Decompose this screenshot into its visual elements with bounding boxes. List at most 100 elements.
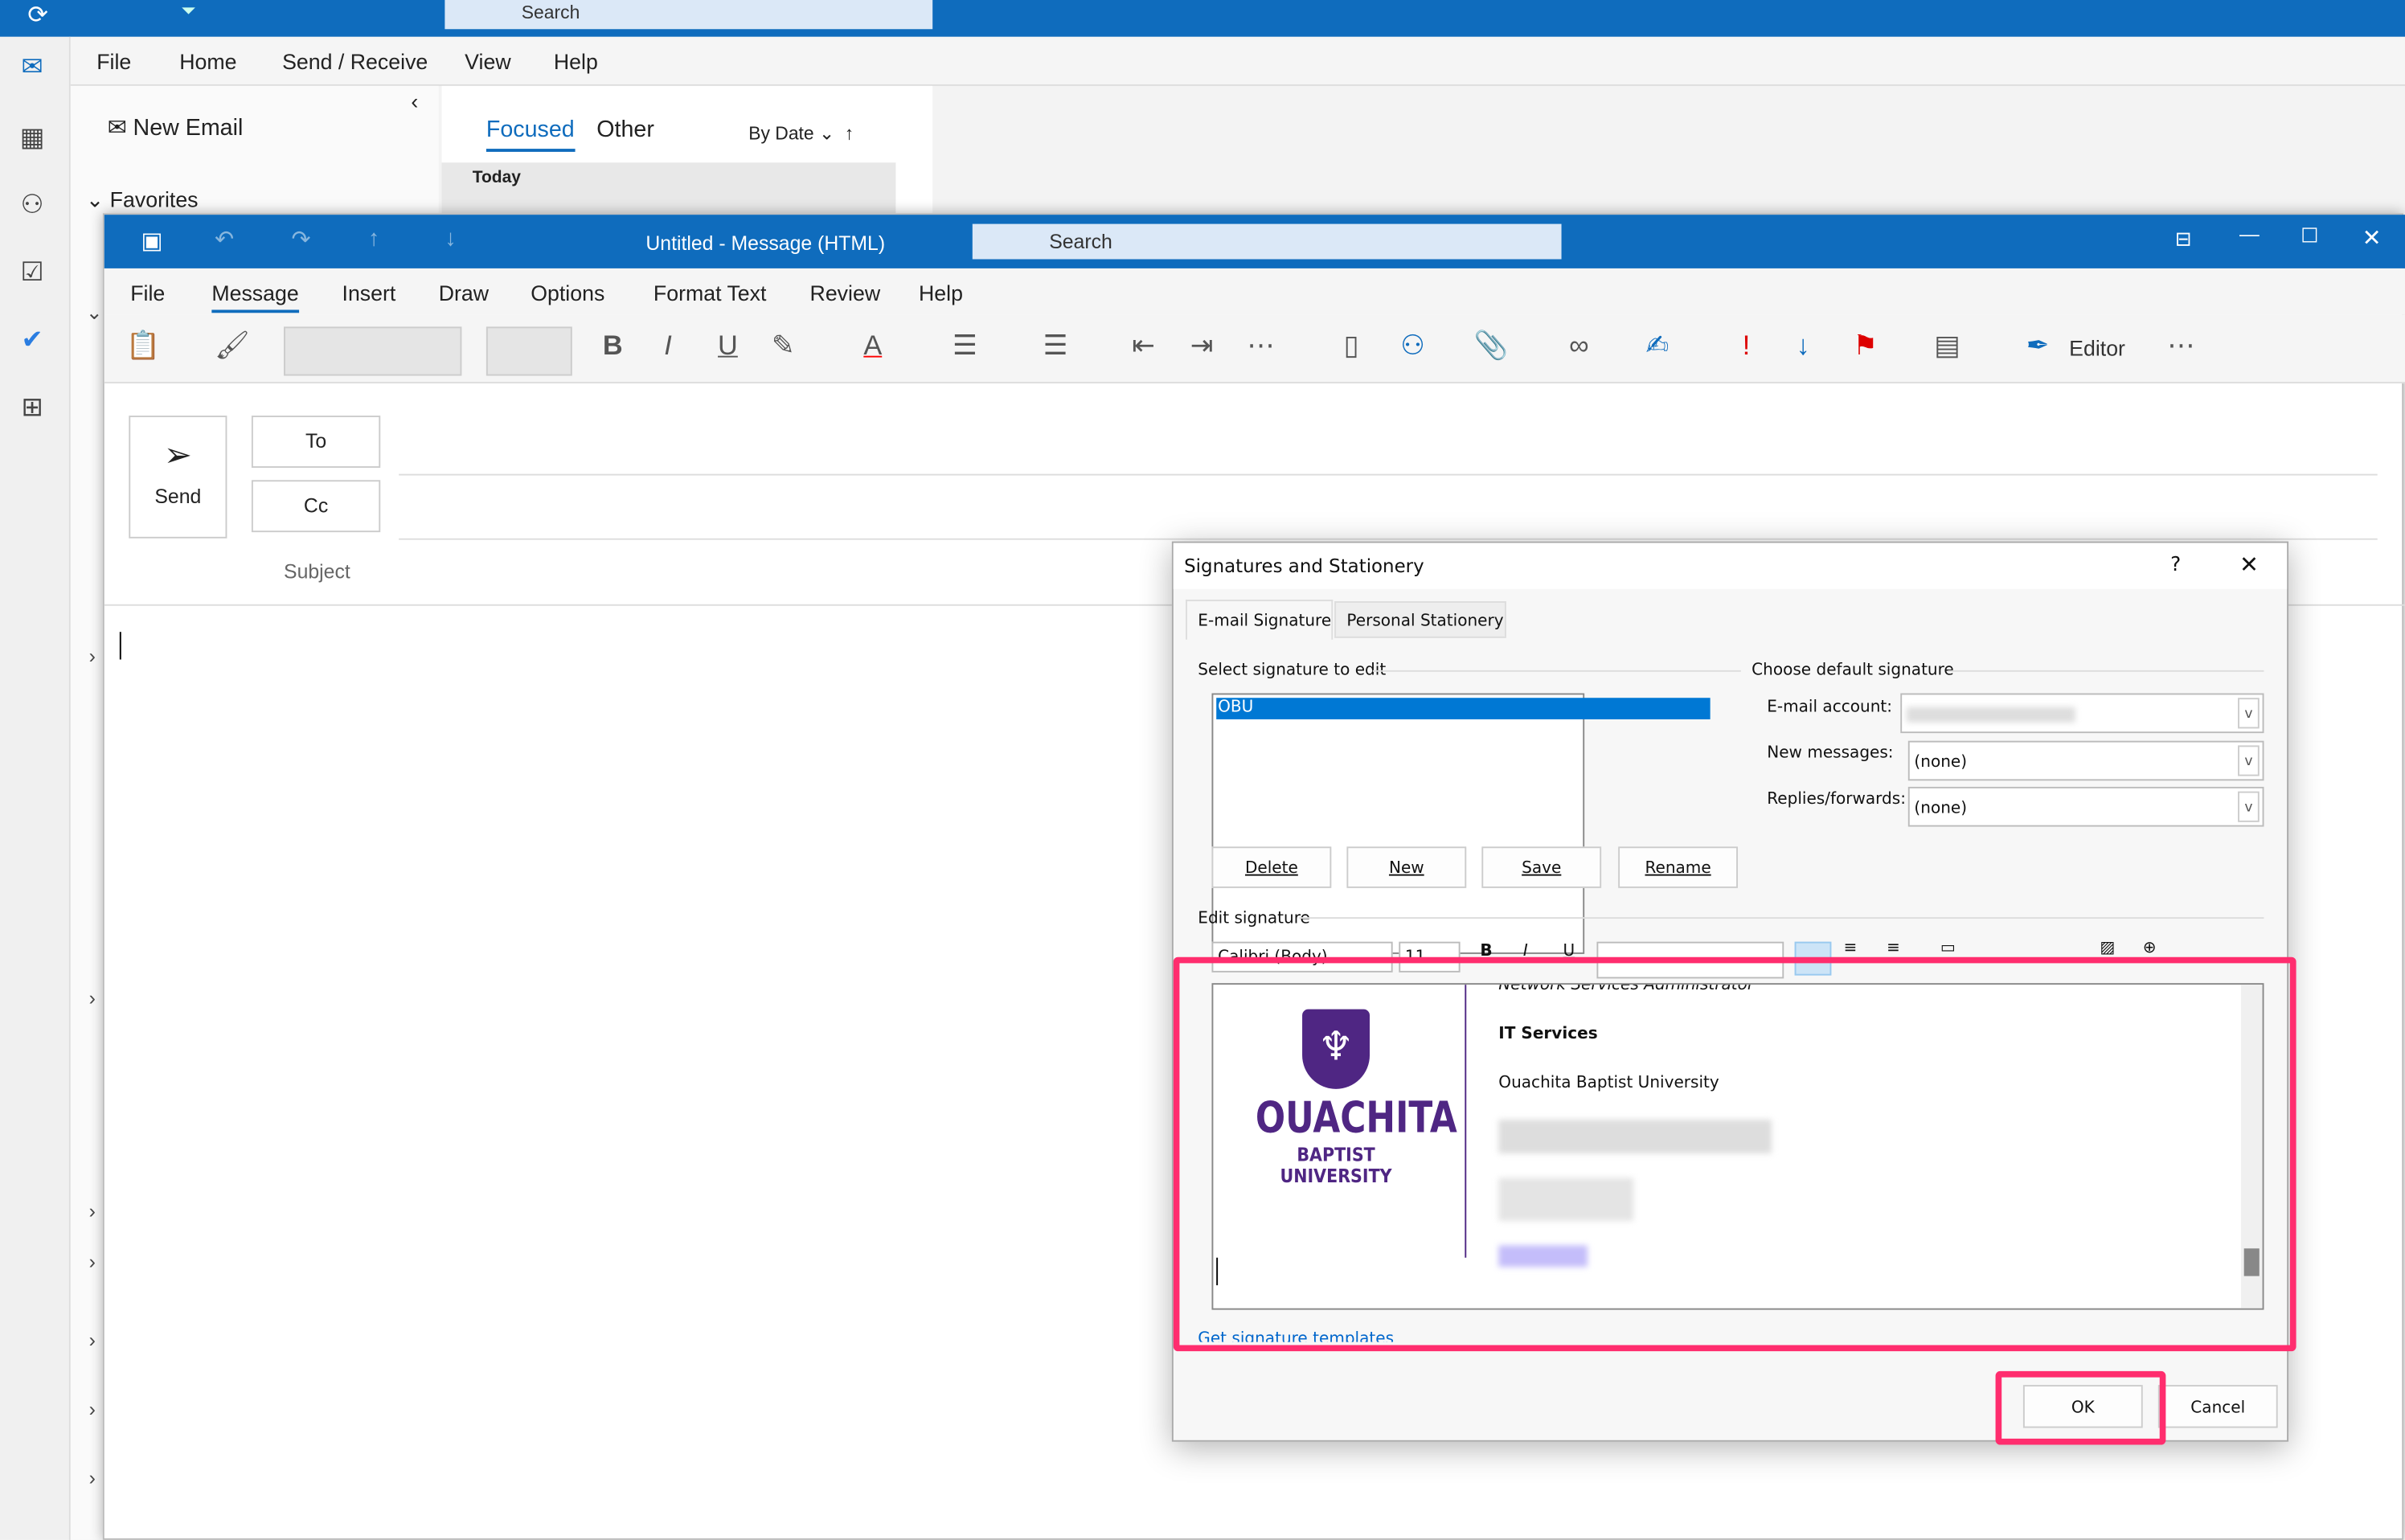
dialog-close-icon[interactable]: ✕ [2239, 551, 2259, 578]
up-icon[interactable]: ↑ [368, 226, 379, 252]
tab-format-text[interactable]: Format Text [653, 281, 767, 305]
tab-focused[interactable]: Focused [486, 117, 575, 152]
sort-by-date[interactable]: By Date ⌄ ↑ [748, 123, 854, 145]
hyperlink-icon[interactable]: ⊕ [2143, 939, 2157, 957]
rename-button[interactable]: Rename [1618, 846, 1738, 888]
cc-button[interactable]: Cc [251, 480, 381, 533]
signature-item-obu[interactable]: OBU [1216, 698, 1711, 719]
subject-field[interactable]: Subject [284, 559, 350, 583]
tab-personal-stationery[interactable]: Personal Stationery [1334, 601, 1506, 638]
close-icon[interactable]: ✕ [2362, 224, 2382, 252]
expand-chevron-icon[interactable]: › [89, 644, 96, 667]
ribbon-display-icon[interactable]: ⊟ [2175, 227, 2192, 252]
help-button[interactable]: ? [2170, 554, 2181, 577]
flag-icon[interactable]: ⚑ [1853, 330, 1878, 362]
to-button[interactable]: To [251, 416, 381, 469]
send-icon: ➢ [163, 435, 192, 474]
expand-chevron-icon[interactable]: › [89, 986, 96, 1010]
expand-chevron-icon[interactable]: › [89, 1397, 96, 1420]
undo-icon[interactable]: ↶ [215, 226, 234, 252]
sensitivity-icon[interactable]: ▤ [1934, 330, 1960, 362]
body-caret[interactable] [119, 632, 121, 660]
mail-icon[interactable]: ✉ [15, 52, 49, 86]
save-icon[interactable]: ▣ [141, 227, 163, 254]
customize-icon[interactable]: ⏷ [181, 0, 195, 23]
delete-button[interactable]: Delete [1211, 846, 1332, 888]
attach-icon[interactable]: 📎 [1474, 330, 1509, 362]
expand-chevron-icon[interactable]: › [89, 1329, 96, 1352]
message-search-input[interactable]: Search [972, 223, 1562, 260]
tab-review[interactable]: Review [810, 281, 881, 305]
tab-file[interactable]: File [130, 281, 165, 305]
bold-icon[interactable]: B [603, 330, 623, 362]
tab-email-signature[interactable]: E-mail Signature [1186, 600, 1334, 640]
new-button[interactable]: New [1346, 846, 1467, 888]
editor-button[interactable]: Editor [2069, 336, 2125, 361]
people-icon[interactable]: ⚇ [15, 190, 49, 224]
size-select[interactable] [486, 326, 572, 376]
tab-message[interactable]: Message [211, 281, 299, 313]
minimize-icon[interactable]: — [2239, 223, 2260, 246]
format-painter-icon[interactable]: 🖌 [215, 330, 250, 362]
expand-chevron-icon[interactable]: › [89, 1466, 96, 1489]
collapse-icon[interactable]: ‹ [411, 89, 418, 114]
align-center-icon[interactable]: ≡ [1844, 939, 1858, 957]
address-book-icon[interactable]: ▯ [1344, 330, 1359, 362]
low-importance-icon[interactable]: ↓ [1797, 330, 1810, 362]
email-account-select[interactable]: v [1900, 693, 2264, 734]
decrease-indent-icon[interactable]: ⇤ [1132, 330, 1155, 362]
new-messages-value: (none) [1914, 752, 1968, 772]
new-email-button[interactable]: ✉ New Email [108, 113, 244, 141]
cc-field[interactable] [399, 538, 2378, 540]
down-icon[interactable]: ↓ [445, 226, 456, 252]
align-right-icon[interactable]: ≡ [1887, 939, 1900, 957]
favorites-header[interactable]: ⌄ Favorites [86, 187, 199, 213]
tab-draw[interactable]: Draw [439, 281, 489, 305]
expand-chevron-icon[interactable]: ⌄ [86, 301, 103, 326]
business-card-icon[interactable]: ▭ [1940, 939, 1956, 957]
link-icon[interactable]: ∞ [1569, 330, 1589, 362]
menu-view[interactable]: View [465, 49, 510, 74]
tab-help[interactable]: Help [919, 281, 963, 305]
paste-icon[interactable]: 📋 [125, 330, 160, 362]
todo-icon[interactable]: ✔ [15, 326, 49, 359]
check-names-icon[interactable]: ⚇ [1400, 330, 1425, 362]
editor-icon[interactable]: ✒ [2026, 330, 2050, 362]
calendar-icon[interactable]: ▦ [15, 123, 49, 157]
expand-chevron-icon[interactable]: › [89, 1199, 96, 1223]
font-color-icon[interactable]: A [863, 330, 882, 362]
screen: ⟳ ⏷ Search ✉ ▦ ⚇ ☑ ✔ ⊞ File Home Send / … [0, 0, 2405, 1540]
bullets-icon[interactable]: ☰ [953, 330, 977, 362]
maximize-icon[interactable]: ☐ [2301, 224, 2318, 249]
tab-insert[interactable]: Insert [342, 281, 396, 305]
increase-indent-icon[interactable]: ⇥ [1190, 330, 1214, 362]
menu-send-receive[interactable]: Send / Receive [282, 49, 428, 74]
high-importance-icon[interactable]: ! [1743, 330, 1751, 362]
send-button[interactable]: ➢ Send [129, 416, 227, 539]
signature-icon[interactable]: ✍ [1645, 330, 1669, 362]
sync-icon[interactable]: ⟳ [27, 0, 48, 31]
save-button[interactable]: Save [1481, 846, 1602, 888]
apps-icon[interactable]: ⊞ [15, 392, 49, 426]
replies-forwards-select[interactable]: (none) v [1907, 786, 2264, 827]
tab-options[interactable]: Options [531, 281, 604, 305]
font-select[interactable] [284, 326, 462, 376]
search-input[interactable]: Search [445, 0, 933, 30]
cancel-button[interactable]: Cancel [2157, 1385, 2278, 1428]
more-options-icon[interactable]: ⋯ [2167, 330, 2194, 362]
menu-home[interactable]: Home [179, 49, 236, 74]
picture-icon[interactable]: ▨ [2100, 939, 2115, 957]
underline-icon[interactable]: U [718, 330, 738, 362]
to-field[interactable] [399, 473, 2378, 476]
menu-help[interactable]: Help [554, 49, 598, 74]
expand-chevron-icon[interactable]: › [89, 1250, 96, 1273]
tasks-icon[interactable]: ☑ [15, 258, 49, 292]
more-icon[interactable]: ⋯ [1247, 330, 1274, 362]
tab-other[interactable]: Other [596, 117, 654, 142]
menu-file[interactable]: File [96, 49, 131, 74]
new-messages-select[interactable]: (none) v [1907, 740, 2264, 781]
italic-icon[interactable]: I [664, 330, 672, 362]
redo-icon[interactable]: ↷ [292, 226, 311, 252]
numbering-icon[interactable]: ☰ [1043, 330, 1068, 362]
highlight-icon[interactable]: ✎ [772, 330, 795, 362]
